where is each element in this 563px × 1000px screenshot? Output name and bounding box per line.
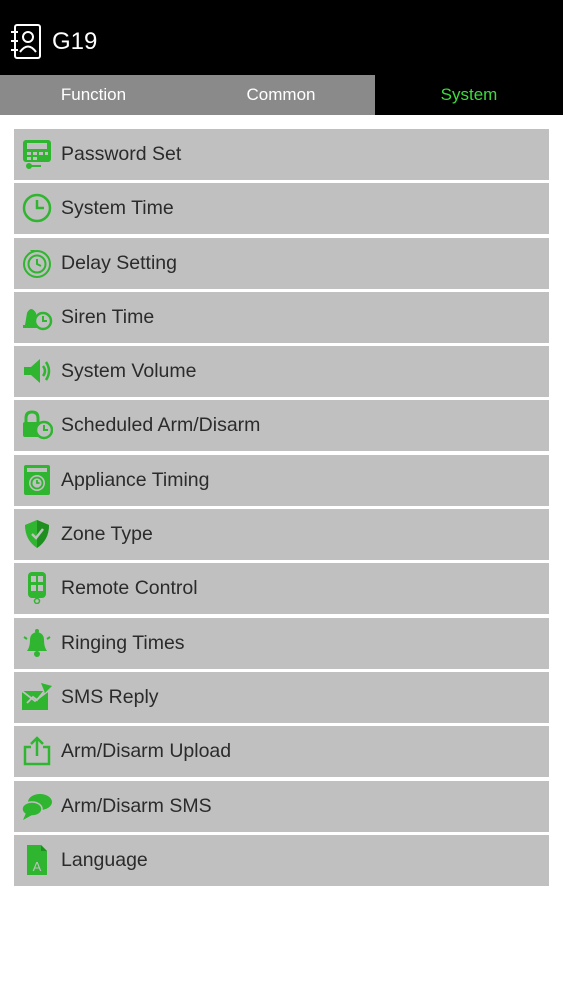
svg-text:A: A [33,859,42,874]
shield-icon [21,518,53,550]
menu-item-siren-time[interactable]: Siren Time [14,291,549,343]
clock-icon [21,192,53,224]
menu-item-arm-disarm-upload[interactable]: Arm/Disarm Upload [14,726,549,778]
appliance-icon [21,464,53,496]
menu-item-label: Language [61,848,148,871]
menu-item-label: Ringing Times [61,631,185,654]
speaker-icon [21,355,53,387]
menu-item-label: Remote Control [61,577,198,600]
menu-item-label: Arm/Disarm SMS [61,794,212,817]
tab-system[interactable]: System [375,75,563,115]
menu-item-system-time[interactable]: System Time [14,183,549,235]
menu-item-scheduled-arm-disarm[interactable]: Scheduled Arm/Disarm [14,400,549,452]
menu-item-label: Password Set [61,143,182,165]
menu-item-delay-setting[interactable]: Delay Setting [14,237,549,289]
menu-item-label: Arm/Disarm Upload [61,740,232,763]
menu-item-label: SMS Reply [61,685,159,708]
keypad-icon [21,138,53,170]
menu-item-language[interactable]: A Language [14,834,549,886]
tab-common[interactable]: Common [187,75,375,115]
menu-item-system-volume[interactable]: System Volume [14,346,549,398]
chat-bubbles-icon [21,790,53,822]
tab-function[interactable]: Function [0,75,187,115]
lock-clock-icon [21,409,53,441]
menu-item-label: System Time [61,197,174,220]
menu-item-label: Appliance Timing [61,468,210,491]
menu-item-zone-type[interactable]: Zone Type [14,509,549,561]
device-title: G19 [52,28,98,55]
menu-item-label: Zone Type [61,523,153,546]
app-header: G19 [0,0,563,75]
remote-icon [21,572,53,605]
menu-item-label: Delay Setting [61,251,177,274]
menu-item-arm-disarm-sms[interactable]: Arm/Disarm SMS [14,780,549,832]
menu-item-label: Siren Time [61,305,155,328]
menu-item-remote-control[interactable]: Remote Control [14,563,549,615]
timer-icon [21,247,53,279]
tab-bar: Function Common System [0,75,563,115]
address-book-icon[interactable] [10,23,42,61]
system-menu-list: Password Set System Time Delay Setting S… [14,129,549,889]
bell-icon [21,627,53,659]
menu-item-label: System Volume [61,360,197,383]
menu-item-sms-reply[interactable]: SMS Reply [14,671,549,723]
upload-icon [21,735,53,767]
menu-item-password-set[interactable]: Password Set [14,129,549,180]
menu-item-appliance-timing[interactable]: Appliance Timing [14,454,549,506]
siren-clock-icon [21,301,53,333]
sms-reply-icon [21,681,53,713]
menu-item-ringing-times[interactable]: Ringing Times [14,617,549,669]
language-icon: A [21,844,53,876]
menu-item-label: Scheduled Arm/Disarm [61,414,261,437]
